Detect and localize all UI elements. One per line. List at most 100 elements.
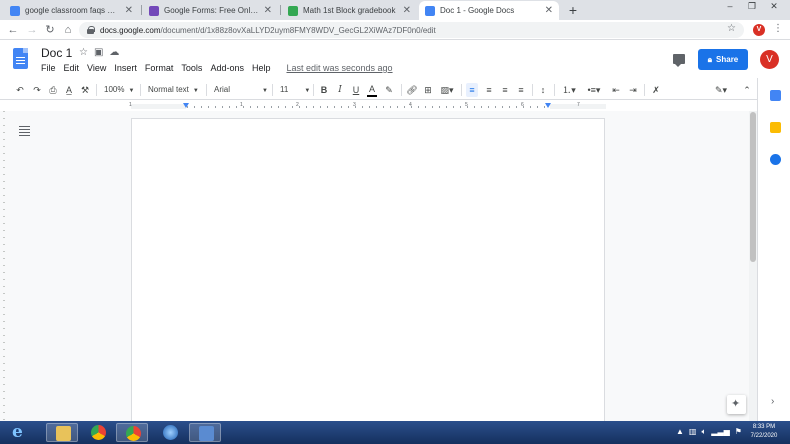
ruler-number: 2 bbox=[296, 102, 299, 108]
text-color-icon[interactable]: A bbox=[367, 83, 377, 97]
reload-icon[interactable]: ↻ bbox=[43, 23, 57, 37]
signal-icon[interactable]: ▂▃▅ bbox=[711, 427, 729, 437]
left-indent-marker[interactable] bbox=[183, 103, 189, 108]
bulleted-list-icon[interactable]: •≡▾ bbox=[584, 83, 604, 97]
style-value: Normal text bbox=[148, 85, 189, 94]
lock-icon: 🔒︎ bbox=[707, 54, 713, 64]
zoom-select[interactable]: 100% ▼ bbox=[104, 83, 134, 97]
align-left-icon[interactable]: ≡ bbox=[466, 83, 478, 97]
account-avatar[interactable]: V bbox=[760, 50, 779, 69]
close-icon[interactable]: ✕ bbox=[403, 5, 411, 16]
right-indent-marker[interactable] bbox=[545, 103, 551, 108]
menu-addons[interactable]: Add-ons bbox=[210, 63, 244, 73]
ruler-number: 6 bbox=[521, 102, 524, 108]
numbered-list-icon[interactable]: ⒈▾ bbox=[559, 83, 579, 97]
volume-icon[interactable]: 🔈︎ bbox=[701, 427, 706, 437]
align-justify-icon[interactable]: ≡ bbox=[515, 83, 527, 97]
share-button[interactable]: 🔒︎ Share bbox=[698, 49, 748, 70]
vertical-scrollbar[interactable] bbox=[749, 111, 757, 421]
insert-link-icon[interactable]: 🔗︎ bbox=[406, 83, 418, 97]
tab-doc-1[interactable]: Doc 1 - Google Docs ✕ bbox=[419, 1, 559, 20]
undo-icon[interactable]: ↶ bbox=[14, 83, 26, 97]
font-select[interactable]: Arial ▼ bbox=[214, 83, 268, 97]
ie-icon[interactable]: e bbox=[12, 423, 37, 442]
clear-formatting-icon[interactable]: ✗ bbox=[650, 83, 662, 97]
browser-menu-icon[interactable]: ⋮ bbox=[773, 23, 783, 34]
decrease-indent-icon[interactable]: ⇤ bbox=[610, 83, 622, 97]
flag-icon[interactable]: ⚑ bbox=[735, 427, 742, 437]
increase-indent-icon[interactable]: ⇥ bbox=[627, 83, 639, 97]
close-icon[interactable]: ✕ bbox=[264, 5, 272, 16]
paragraph-style-select[interactable]: Normal text ▼ bbox=[148, 83, 199, 97]
menu-help[interactable]: Help bbox=[252, 63, 271, 73]
font-size-select[interactable]: 11 ▼ bbox=[280, 83, 310, 97]
chevron-down-icon: ▼ bbox=[192, 88, 199, 94]
back-icon[interactable]: ← bbox=[6, 23, 20, 37]
tab-classroom-faqs[interactable]: google classroom faqs article.do ✕ bbox=[4, 1, 139, 20]
menu-file[interactable]: File bbox=[41, 63, 56, 73]
scrollbar-thumb[interactable] bbox=[750, 112, 756, 262]
move-folder-icon[interactable]: ▣ bbox=[94, 47, 103, 58]
tab-google-forms[interactable]: Google Forms: Free Online Surve ✕ bbox=[143, 1, 278, 20]
taskbar-chrome[interactable] bbox=[82, 423, 114, 442]
docs-logo-icon[interactable] bbox=[13, 48, 28, 69]
redo-icon[interactable]: ↷ bbox=[31, 83, 43, 97]
menu-insert[interactable]: Insert bbox=[114, 63, 137, 73]
document-outline-icon[interactable] bbox=[19, 126, 30, 136]
tab-gradebook[interactable]: Math 1st Block gradebook ✕ bbox=[282, 1, 417, 20]
system-clock[interactable]: 8:33 PM 7/22/2020 bbox=[744, 423, 784, 441]
chevron-right-icon[interactable]: › bbox=[771, 396, 774, 407]
close-window-button[interactable]: ✕ bbox=[764, 0, 784, 12]
side-panel: › bbox=[757, 78, 790, 421]
line-spacing-icon[interactable]: ↕ bbox=[537, 83, 549, 97]
browser-profile-avatar[interactable]: V bbox=[753, 24, 765, 36]
bold-icon[interactable]: B bbox=[319, 83, 329, 97]
windows-taskbar: e ▲ ▥ 🔈︎ ▂▃▅ ⚑ 8:33 PM 7/22/2020 bbox=[0, 421, 790, 444]
last-edit-link[interactable]: Last edit was seconds ago bbox=[286, 63, 392, 73]
taskbar-media[interactable] bbox=[154, 423, 186, 442]
menu-tools[interactable]: Tools bbox=[181, 63, 202, 73]
paint-format-icon[interactable]: ⚒ bbox=[79, 83, 91, 97]
minimize-button[interactable]: – bbox=[720, 0, 740, 12]
editing-mode-icon[interactable]: ✎▾ bbox=[710, 83, 732, 97]
document-title[interactable]: Doc 1 bbox=[41, 46, 72, 60]
menu-edit[interactable]: Edit bbox=[64, 63, 80, 73]
address-input[interactable]: docs.google.com /document/d/1x88z8ovXaLL… bbox=[79, 22, 744, 38]
italic-icon[interactable]: I bbox=[335, 83, 345, 97]
network-icon[interactable]: ▥ bbox=[689, 427, 697, 437]
underline-icon[interactable]: U bbox=[351, 83, 361, 97]
ruler-number: 7 bbox=[577, 102, 580, 108]
system-tray: ▲ ▥ 🔈︎ ▂▃▅ ⚑ bbox=[676, 427, 742, 437]
close-icon[interactable]: ✕ bbox=[125, 5, 133, 16]
home-icon[interactable]: ⌂ bbox=[61, 23, 75, 37]
tab-title: Math 1st Block gradebook bbox=[303, 6, 396, 15]
ruler-number: 1 bbox=[129, 102, 132, 108]
align-right-icon[interactable]: ≡ bbox=[499, 83, 511, 97]
print-icon[interactable]: ⎙ bbox=[47, 83, 59, 97]
taskbar-chrome-profile[interactable] bbox=[116, 423, 148, 442]
tray-expand-icon[interactable]: ▲ bbox=[676, 427, 684, 437]
new-tab-button[interactable]: + bbox=[565, 1, 581, 19]
add-comment-icon[interactable]: ⊞ bbox=[422, 83, 434, 97]
tasks-icon[interactable] bbox=[770, 154, 781, 165]
keep-icon[interactable] bbox=[770, 122, 781, 133]
menu-view[interactable]: View bbox=[87, 63, 106, 73]
align-center-icon[interactable]: ≡ bbox=[483, 83, 495, 97]
explore-button[interactable] bbox=[727, 395, 746, 414]
comment-history-icon[interactable] bbox=[673, 54, 685, 67]
spellcheck-icon[interactable]: A̲ bbox=[63, 83, 75, 97]
restore-button[interactable]: ❐ bbox=[742, 0, 762, 12]
bookmark-star-icon[interactable]: ☆ bbox=[727, 23, 736, 34]
forward-icon[interactable]: → bbox=[25, 23, 39, 37]
url-host: docs.google.com bbox=[100, 25, 161, 35]
star-icon[interactable]: ☆ bbox=[79, 47, 88, 58]
collapse-menus-icon[interactable]: ⌃ bbox=[742, 83, 752, 97]
calendar-icon[interactable] bbox=[770, 90, 781, 101]
insert-image-icon[interactable]: ▨▾ bbox=[438, 83, 456, 97]
document-page[interactable] bbox=[131, 118, 605, 421]
menu-format[interactable]: Format bbox=[145, 63, 174, 73]
taskbar-window[interactable] bbox=[189, 423, 221, 442]
close-icon[interactable]: ✕ bbox=[545, 5, 553, 16]
taskbar-file-explorer[interactable] bbox=[46, 423, 78, 442]
highlight-color-icon[interactable]: ✎ bbox=[384, 83, 394, 97]
